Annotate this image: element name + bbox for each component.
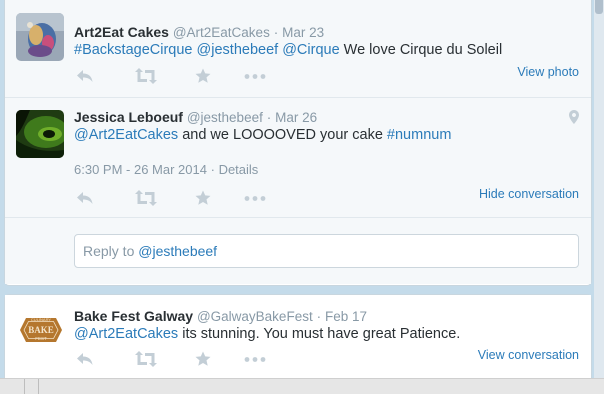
avatar[interactable] <box>16 110 64 158</box>
more-icon[interactable] <box>244 190 266 208</box>
username[interactable]: @Art2EatCakes <box>173 25 270 40</box>
fullname[interactable]: Art2Eat Cakes <box>74 24 169 40</box>
text-content: its stunning. You must have great Patien… <box>178 326 461 342</box>
hashtag-link[interactable]: #BackstageCirque <box>74 42 193 58</box>
fullname[interactable]: Jessica Leboeuf <box>74 109 183 125</box>
tweet-text: @Art2EatCakes its stunning. You must hav… <box>74 325 460 344</box>
tweet-galwaybakefest[interactable]: CULINARY BAKE FEST Bake Fest Galway @Gal… <box>5 295 591 385</box>
conversation-card: Art2Eat Cakes @Art2EatCakes · Mar 23 #Ba… <box>4 0 592 286</box>
tweet-meta: 6:30 PM - 26 Mar 2014 · Details <box>74 162 258 177</box>
timestamp[interactable]: Mar 26 <box>275 110 317 125</box>
location-pin-icon[interactable] <box>569 110 579 129</box>
hashtag-link[interactable]: #numnum <box>387 127 451 143</box>
separator: · <box>210 162 215 177</box>
status-bar-cell <box>24 379 39 394</box>
fullname[interactable]: Bake Fest Galway <box>74 308 193 324</box>
reply-input[interactable]: Reply to @jesthebeef <box>74 234 579 268</box>
hide-conversation-link[interactable]: Hide conversation <box>479 187 579 201</box>
separator: · <box>316 309 322 324</box>
avatar[interactable]: CULINARY BAKE FEST <box>16 306 66 354</box>
reply-mention: @jesthebeef <box>138 243 218 259</box>
mention-link[interactable]: @Art2EatCakes <box>74 127 178 143</box>
retweet-icon[interactable] <box>135 351 157 369</box>
reply-placeholder: Reply to <box>83 243 139 259</box>
scrollbar-track[interactable] <box>594 0 604 378</box>
tweet-text: #BackstageCirque @jesthebeef @Cirque We … <box>74 41 502 60</box>
status-bar-cell <box>0 379 25 394</box>
reply-area: Reply to @jesthebeef <box>5 218 591 284</box>
view-conversation-link[interactable]: View conversation <box>478 348 579 362</box>
favorite-icon[interactable] <box>195 351 211 369</box>
mention-link[interactable]: @jesthebeef <box>197 42 279 58</box>
mention-link[interactable]: @Cirque <box>282 42 339 58</box>
text-content: We love Cirque du Soleil <box>339 42 503 58</box>
separator: · <box>273 25 279 40</box>
mention-link[interactable]: @Art2EatCakes <box>74 326 178 342</box>
reply-icon[interactable] <box>76 351 94 369</box>
reply-icon[interactable] <box>76 190 94 208</box>
scrollbar-thumb[interactable] <box>595 0 603 14</box>
status-bar <box>0 378 604 394</box>
view-photo-link[interactable]: View photo <box>517 65 579 79</box>
logo-top-text: CULINARY <box>31 317 51 322</box>
full-timestamp[interactable]: 6:30 PM - 26 Mar 2014 <box>74 162 207 177</box>
timeline: Art2Eat Cakes @Art2EatCakes · Mar 23 #Ba… <box>0 0 594 393</box>
tweet-text: @Art2EatCakes and we LOOOOVED your cake … <box>74 126 451 145</box>
timestamp[interactable]: Feb 17 <box>325 309 367 324</box>
tweet-header: Jessica Leboeuf @jesthebeef · Mar 26 <box>74 108 317 127</box>
username[interactable]: @jesthebeef <box>187 110 263 125</box>
tweet-jesthebeef[interactable]: Jessica Leboeuf @jesthebeef · Mar 26 @Ar… <box>5 98 591 218</box>
text-content: and we LOOOOVED your cake <box>178 127 387 143</box>
timestamp[interactable]: Mar 23 <box>282 25 324 40</box>
avatar[interactable] <box>16 13 64 61</box>
favorite-icon[interactable] <box>195 68 211 86</box>
more-icon[interactable] <box>244 68 266 86</box>
separator: · <box>266 110 272 125</box>
tweet-art2eat[interactable]: Art2Eat Cakes @Art2EatCakes · Mar 23 #Ba… <box>5 0 591 98</box>
tweet-header: Art2Eat Cakes @Art2EatCakes · Mar 23 <box>74 23 324 42</box>
retweet-icon[interactable] <box>135 68 157 86</box>
details-link[interactable]: Details <box>219 162 259 177</box>
retweet-icon[interactable] <box>135 190 157 208</box>
tweet-card: CULINARY BAKE FEST Bake Fest Galway @Gal… <box>4 294 592 385</box>
reply-icon[interactable] <box>76 68 94 86</box>
logo-bottom-text: FEST <box>35 336 47 341</box>
more-icon[interactable] <box>244 351 266 369</box>
username[interactable]: @GalwayBakeFest <box>197 309 313 324</box>
logo-main-text: BAKE <box>28 325 54 335</box>
favorite-icon[interactable] <box>195 190 211 208</box>
tweet-header: Bake Fest Galway @GalwayBakeFest · Feb 1… <box>74 307 367 326</box>
